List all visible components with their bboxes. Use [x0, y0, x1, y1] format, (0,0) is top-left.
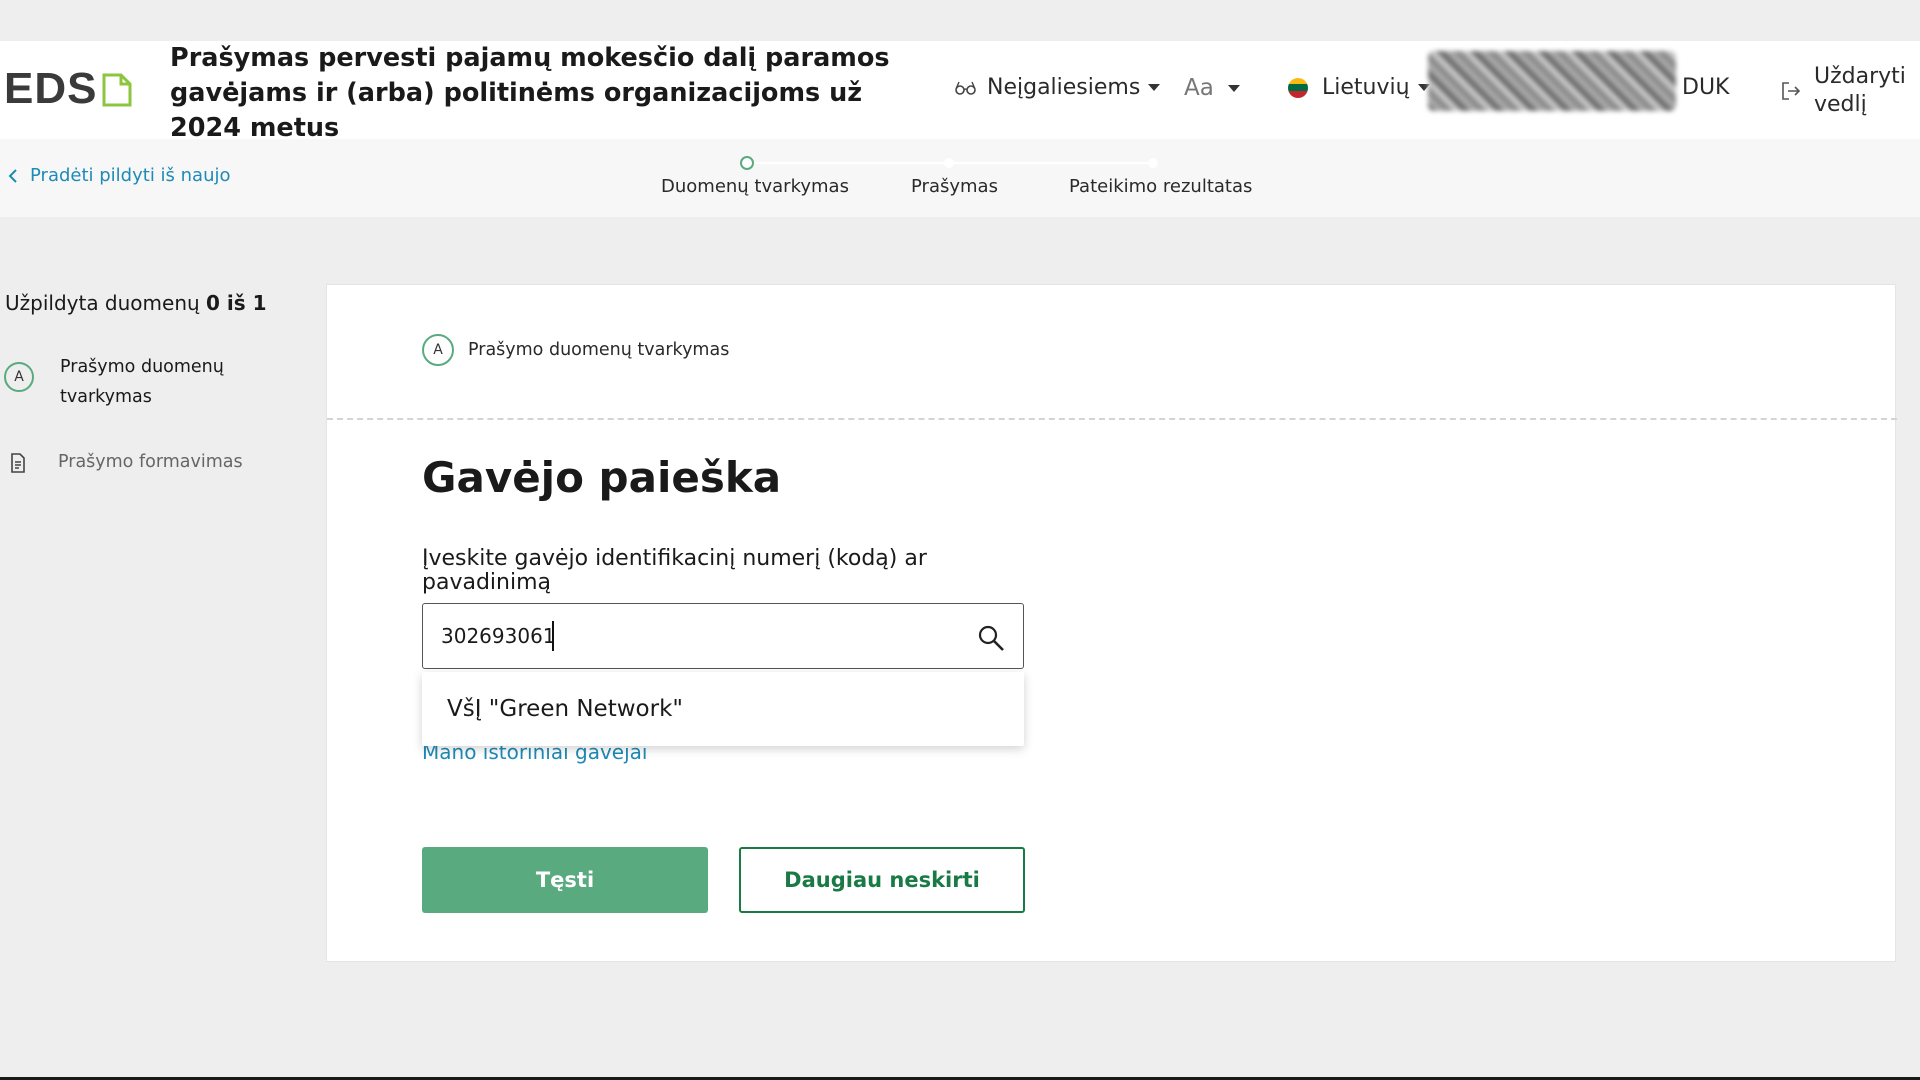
step-marker-3: [1148, 158, 1158, 168]
sidebar-item-label: Prašymo formavimas: [58, 452, 243, 472]
header: EDS Prašymas pervesti pajamų mokesčio da…: [0, 41, 1920, 143]
chevron-down-icon: [1148, 84, 1161, 91]
language-menu[interactable]: Lietuvių: [1288, 75, 1430, 100]
step-marker-2: [944, 158, 954, 168]
section-a-icon: A: [4, 362, 34, 392]
step-marker-1: [740, 156, 754, 170]
progress-prefix: Užpildyta duomenų: [5, 291, 200, 315]
accessibility-menu[interactable]: Neįgaliesiems: [955, 75, 1161, 100]
document-icon: [11, 453, 25, 473]
close-wizard-button[interactable]: Uždaryti vedlį: [1780, 63, 1920, 119]
continue-button[interactable]: Tęsti: [422, 847, 708, 913]
step-label-request: Prašymas: [911, 176, 998, 197]
no-more-button[interactable]: Daugiau neskirti: [739, 847, 1025, 913]
section-a-icon: A: [422, 334, 454, 366]
chevron-left-icon: [8, 168, 17, 183]
accessibility-label: Neįgaliesiems: [987, 75, 1141, 100]
suggestion-item[interactable]: VšĮ "Green Network": [447, 696, 683, 722]
section-header: A Prašymo duomenų tvarkymas: [422, 334, 729, 366]
step-label-data-processing: Duomenų tvarkymas: [661, 176, 849, 197]
close-wizard-label: Uždaryti vedlį: [1814, 64, 1906, 117]
sidebar-item-data-processing[interactable]: A Prašymo duomenų tvarkymas: [0, 352, 280, 412]
chevron-down-icon: [1227, 84, 1240, 92]
section-divider: [327, 418, 1897, 420]
font-size-label: Aa: [1184, 75, 1214, 101]
progress-summary: Užpildyta duomenų 0 iš 1: [5, 291, 267, 315]
sidebar-item-request-forming[interactable]: Prašymo formavimas: [0, 447, 278, 477]
section-title: Prašymo duomenų tvarkymas: [468, 340, 730, 360]
step-label-result: Pateikimo rezultatas: [1069, 176, 1253, 197]
page-title: Prašymas pervesti pajamų mokesčio dalį p…: [170, 43, 890, 143]
search-input[interactable]: 302693061: [441, 624, 961, 648]
search-field-label: Įveskite gavėjo identifikacinį numerį (k…: [422, 546, 927, 595]
glasses-icon: [955, 81, 976, 95]
close-exit-icon: [1782, 82, 1801, 100]
progress-value: 0 iš 1: [206, 291, 267, 315]
lithuania-flag-icon: [1288, 77, 1308, 98]
faq-link[interactable]: DUK: [1682, 75, 1729, 100]
main-card: A Prašymo duomenų tvarkymas Gavėjo paieš…: [326, 284, 1897, 962]
restart-label: Pradėti pildyti iš naujo: [30, 165, 231, 186]
language-label: Lietuvių: [1322, 75, 1410, 100]
recipient-search-field[interactable]: 302693061: [422, 603, 1024, 669]
logo[interactable]: EDS: [4, 67, 133, 111]
step-bar: Pradėti pildyti iš naujo Duomenų tvarkym…: [0, 139, 1920, 217]
logo-text: EDS: [4, 64, 98, 113]
recipient-search-heading: Gavėjo paieška: [422, 453, 782, 502]
search-icon[interactable]: [977, 624, 1005, 652]
search-suggestion-dropdown: VšĮ "Green Network": [422, 672, 1024, 746]
text-cursor: [552, 621, 554, 651]
sidebar-item-label: Prašymo duomenų tvarkymas: [60, 357, 224, 407]
top-strip: [0, 0, 1920, 41]
restart-link[interactable]: Pradėti pildyti iš naujo: [8, 165, 231, 186]
blurred-user-info: [1428, 51, 1676, 111]
logo-document-icon: [102, 73, 132, 107]
font-size-menu[interactable]: Aa: [1184, 75, 1240, 101]
